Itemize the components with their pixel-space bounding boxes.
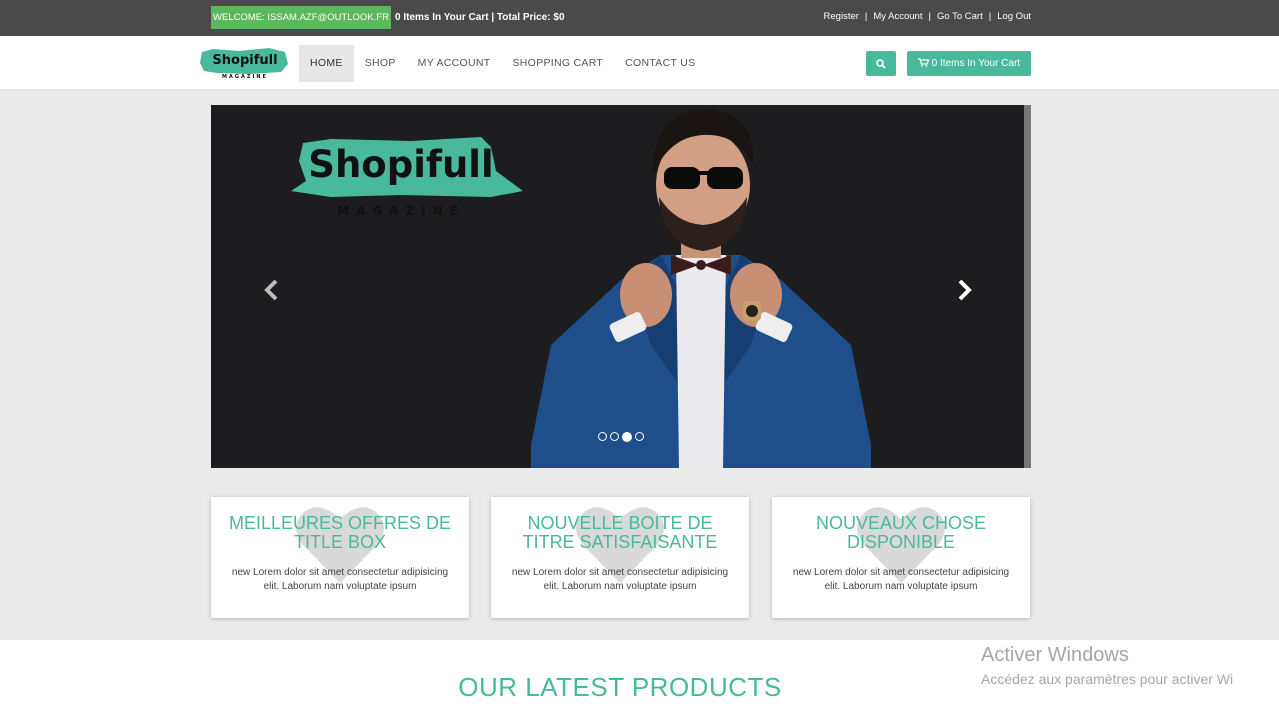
logo[interactable]: Shopifull MAGAZINE [199, 44, 291, 82]
feature-box-3: NOUVEAUX CHOSE DISPONIBLE new Lorem dolo… [772, 497, 1030, 618]
feature-box-text: new Lorem dolor sit amet consectetur adi… [511, 567, 729, 592]
windows-activation-title: Activer Windows [981, 644, 1129, 666]
feature-box-2: NOUVELLE BOITE DE TITRE SATISFAISANTE ne… [491, 497, 749, 618]
carousel-indicator-2[interactable] [610, 432, 619, 441]
svg-text:MAGAZINE: MAGAZINE [222, 74, 268, 80]
cart-button-label: 0 Items In Your Cart [931, 58, 1021, 69]
search-button[interactable] [866, 51, 896, 76]
nav-contact-us[interactable]: CONTACT US [614, 45, 706, 82]
carousel-prev-button[interactable] [263, 279, 279, 304]
feature-box-text: new Lorem dolor sit amet consectetur adi… [231, 567, 449, 592]
hero-image-man-in-suit [531, 109, 871, 468]
nav-shop[interactable]: SHOP [354, 45, 407, 82]
feature-box-1: MEILLEURES OFFRES DE TITLE BOX new Lorem… [211, 497, 469, 618]
feature-box-text: new Lorem dolor sit amet consectetur adi… [792, 567, 1010, 592]
feature-box-title: NOUVEAUX CHOSE DISPONIBLE [815, 513, 987, 552]
welcome-badge: WELCOME: ISSAM.AZF@OUTLOOK.FR [211, 6, 391, 29]
chevron-left-icon [264, 279, 278, 301]
feature-box-title: NOUVELLE BOITE DE TITRE SATISFAISANTE [522, 513, 718, 552]
main-navbar: Shopifull MAGAZINE HOME SHOP MY ACCOUNT … [0, 36, 1279, 90]
my-account-link[interactable]: My Account [873, 11, 922, 22]
hero-logo: Shopifull MAGAZINE [291, 137, 523, 218]
svg-text:Shopifull: Shopifull [212, 53, 277, 68]
feature-box-title: MEILLEURES OFFRES DE TITLE BOX [228, 513, 452, 552]
chevron-right-icon [958, 279, 972, 301]
hero-carousel[interactable]: Shopifull MAGAZINE [211, 105, 1031, 468]
carousel-indicator-4[interactable] [635, 432, 644, 441]
account-links: Register | My Account | Go To Cart | Log Out [823, 11, 1031, 22]
carousel-edge [1024, 105, 1031, 468]
carousel-indicator-1[interactable] [598, 432, 607, 441]
windows-activation-subtitle: Accédez aux paramètres pour activer Wi [981, 671, 1234, 687]
nav-home[interactable]: HOME [299, 45, 354, 82]
cart-icon [917, 58, 930, 67]
log-out-link[interactable]: Log Out [997, 11, 1031, 22]
cart-summary: 0 Items In Your Cart | Total Price: $0 [395, 12, 565, 23]
carousel-indicator-3[interactable] [622, 432, 632, 442]
cart-button[interactable]: 0 Items In Your Cart [907, 51, 1031, 76]
svg-text:Shopifull: Shopifull [308, 143, 493, 186]
top-bar: WELCOME: ISSAM.AZF@OUTLOOK.FR 0 Items In… [0, 0, 1279, 36]
register-link[interactable]: Register [824, 11, 859, 22]
carousel-next-button[interactable] [957, 279, 973, 304]
nav-shopping-cart[interactable]: SHOPPING CART [502, 45, 615, 82]
go-to-cart-link[interactable]: Go To Cart [937, 11, 983, 22]
svg-text:MAGAZINE: MAGAZINE [337, 204, 465, 218]
search-icon [876, 58, 886, 69]
carousel-indicators [598, 432, 644, 442]
main-nav: HOME SHOP MY ACCOUNT SHOPPING CART CONTA… [299, 45, 706, 82]
nav-my-account[interactable]: MY ACCOUNT [407, 45, 502, 82]
